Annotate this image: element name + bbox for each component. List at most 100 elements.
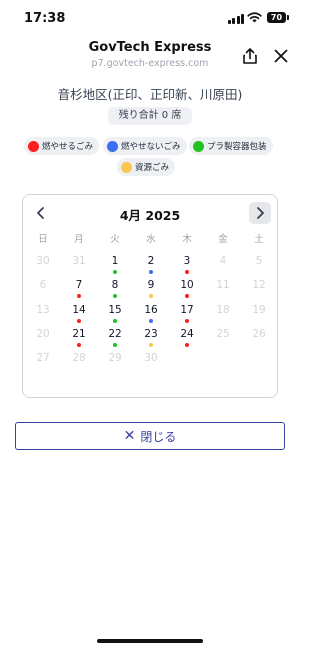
chevron-right-icon[interactable] — [249, 202, 271, 224]
calendar-day: 20 — [25, 328, 61, 346]
legend-label: プラ製容器包装 — [207, 142, 267, 152]
calendar-day[interactable]: 10 — [169, 279, 205, 298]
calendar-day: 29 — [97, 352, 133, 370]
calendar-day — [205, 352, 241, 370]
legend-dot — [193, 140, 204, 152]
calendar-day: 11 — [205, 279, 241, 297]
calendar-day[interactable]: 1 — [97, 255, 133, 274]
calendar-day-number: 17 — [180, 304, 194, 316]
wifi-icon — [247, 12, 262, 23]
calendar-day: 30 — [25, 255, 61, 273]
collection-dot — [113, 343, 117, 347]
weekday-header: 土 — [254, 234, 264, 245]
calendar-month-title: 4月 2025 — [119, 208, 181, 223]
calendar-day[interactable]: 14 — [61, 304, 97, 323]
legend-label: 資源ごみ — [135, 163, 170, 173]
collection-dot — [185, 319, 189, 323]
weekday-header: 金 — [218, 234, 228, 245]
close-button[interactable]: ✕ 閉じる — [15, 422, 285, 450]
calendar-day[interactable]: 7 — [61, 279, 97, 298]
calendar-day-number: 18 — [216, 304, 230, 316]
calendar-day-number: 6 — [39, 279, 47, 291]
calendar-day[interactable]: 16 — [133, 304, 169, 323]
calendar-day-number: 25 — [216, 328, 230, 340]
collection-dot — [77, 343, 81, 347]
calendar-day-number: 22 — [108, 328, 122, 340]
calendar-day[interactable]: 21 — [61, 328, 97, 347]
weekday-header: 月 — [74, 234, 84, 245]
calendar-day-number: 24 — [180, 328, 194, 340]
legend-burnable: 燃やせるごみ — [24, 137, 100, 155]
calendar-day-number: 23 — [144, 328, 158, 340]
calendar-day-number: 19 — [252, 304, 266, 316]
home-indicator — [97, 639, 203, 643]
weekday-header: 水 — [146, 234, 156, 245]
calendar-day: 26 — [241, 328, 277, 346]
legend-dot — [121, 161, 132, 173]
calendar-day: 25 — [205, 328, 241, 346]
weekday-header: 日 — [38, 234, 48, 245]
calendar-day-number: 29 — [108, 352, 122, 364]
calendar-day[interactable]: 9 — [133, 279, 169, 298]
legend-plastic: プラ製容器包装 — [189, 137, 273, 155]
calendar-day[interactable]: 8 — [97, 279, 133, 298]
calendar-day[interactable]: 3 — [169, 255, 205, 274]
calendar-day-number: 5 — [255, 255, 263, 267]
calendar-day-number: 1 — [111, 255, 119, 267]
calendar-day-number: 7 — [75, 279, 83, 291]
area-title: 音杉地区(正印、正印新、川原田) — [57, 87, 243, 102]
calendar-day: 18 — [205, 304, 241, 322]
collection-dot — [77, 319, 81, 323]
close-icon[interactable] — [271, 46, 291, 66]
calendar-day[interactable]: 24 — [169, 328, 205, 347]
calendar-day-number: 15 — [108, 304, 122, 316]
calendar-day-number: 2 — [147, 255, 155, 267]
legend-label: 燃やせないごみ — [121, 142, 181, 152]
calendar-day: 31 — [61, 255, 97, 273]
calendar-day[interactable]: 17 — [169, 304, 205, 323]
calendar-day: 28 — [61, 352, 97, 370]
calendar-day[interactable]: 2 — [133, 255, 169, 274]
calendar-day-number: 26 — [252, 328, 266, 340]
weekday-header: 木 — [182, 234, 192, 245]
collection-dot — [149, 319, 153, 323]
collection-dot — [113, 270, 117, 274]
calendar-day[interactable]: 23 — [133, 328, 169, 347]
weekday-header: 火 — [110, 234, 120, 245]
calendar-day: 4 — [205, 255, 241, 273]
collection-dot — [185, 294, 189, 298]
collection-dot — [185, 343, 189, 347]
calendar-day-number: 30 — [36, 255, 50, 267]
calendar-day — [241, 352, 277, 370]
legend-recyclable: 資源ごみ — [117, 158, 176, 176]
calendar-day-number: 20 — [36, 328, 50, 340]
legend-label: 燃やせるごみ — [42, 142, 94, 152]
collection-dot — [149, 294, 153, 298]
calendar-day-number: 14 — [72, 304, 86, 316]
calendar-day: 19 — [241, 304, 277, 322]
calendar-day-number: 30 — [144, 352, 158, 364]
calendar-day[interactable]: 22 — [97, 328, 133, 347]
calendar-day: 13 — [25, 304, 61, 322]
calendar-day-number: 3 — [183, 255, 191, 267]
collection-dot — [185, 270, 189, 274]
calendar-day-number: 31 — [72, 255, 86, 267]
collection-dot — [149, 270, 153, 274]
calendar-day: 30 — [133, 352, 169, 370]
calendar-day-number: 28 — [72, 352, 86, 364]
legend-dot — [28, 140, 39, 152]
calendar-day-number: 27 — [36, 352, 50, 364]
close-button-label: 閉じる — [140, 429, 177, 444]
calendar-day-number: 13 — [36, 304, 50, 316]
calendar-day-number: 16 — [144, 304, 158, 316]
collection-dot — [113, 319, 117, 323]
calendar-day-number: 9 — [147, 279, 155, 291]
cellular-signal-icon — [227, 14, 244, 24]
calendar-day[interactable]: 15 — [97, 304, 133, 323]
battery-icon: 70 — [267, 12, 289, 23]
close-icon: ✕ — [123, 428, 136, 444]
remaining-seats-badge: 残り合計 0 席 — [108, 107, 192, 125]
calendar-day: 5 — [241, 255, 277, 273]
share-icon[interactable] — [240, 46, 260, 66]
calendar-day-number: 4 — [219, 255, 227, 267]
